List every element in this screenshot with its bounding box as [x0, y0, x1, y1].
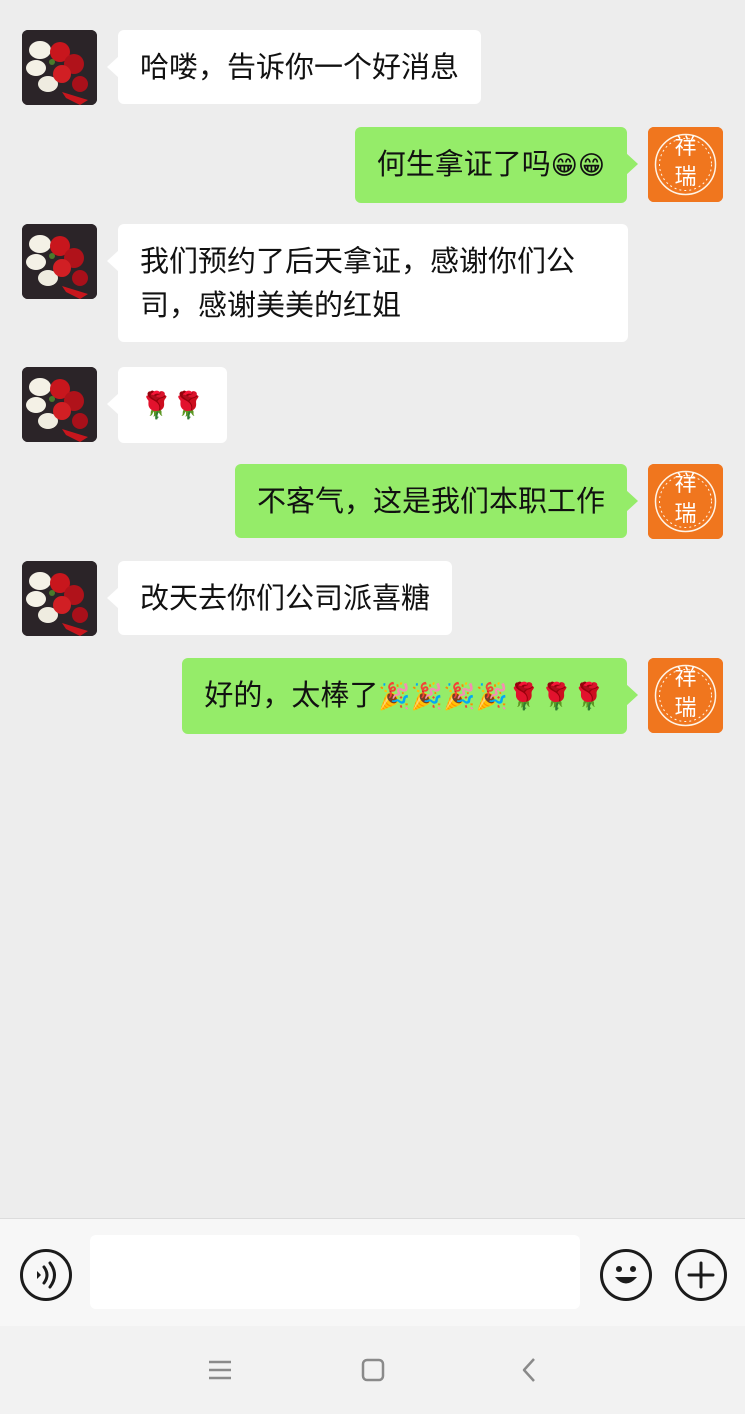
home-button[interactable] — [358, 1356, 388, 1384]
party-rose-emoji: 🎉🎉🎉🎉🌹🌹🌹 — [378, 682, 605, 712]
self-avatar[interactable]: 祥 瑞 — [648, 658, 723, 733]
message-bubble[interactable]: 何生拿证了吗😁😁 — [354, 127, 639, 203]
self-avatar[interactable]: 祥 瑞 — [648, 127, 723, 202]
contact-avatar[interactable] — [22, 224, 97, 299]
message-text: 好的，太棒了 — [204, 678, 379, 712]
message-bubble[interactable]: 🌹🌹 — [107, 367, 227, 443]
menu-button[interactable] — [205, 1356, 235, 1384]
message-input[interactable] — [90, 1235, 580, 1309]
plus-icon — [687, 1261, 715, 1289]
message-row: 我们预约了后天拿证，感谢你们公司，感谢美美的红姐 — [0, 224, 745, 345]
message-bubble[interactable]: 我们预约了后天拿证，感谢你们公司，感谢美美的红姐 — [107, 224, 628, 342]
voice-button[interactable] — [20, 1249, 72, 1301]
contact-avatar[interactable] — [22, 367, 97, 442]
voice-icon — [37, 1261, 56, 1289]
message-text: 不客气，这是我们本职工作 — [256, 484, 605, 518]
back-icon — [522, 1358, 535, 1382]
seal-char-1: 祥 — [674, 666, 697, 691]
contact-avatar[interactable] — [22, 30, 97, 105]
seal-char-2: 瑞 — [674, 165, 697, 190]
system-nav-bar — [0, 1326, 745, 1414]
seal-char-1: 祥 — [674, 472, 697, 497]
emoji-icon — [615, 1266, 637, 1284]
message-bubble[interactable]: 好的，太棒了🎉🎉🎉🎉🌹🌹🌹 — [182, 658, 638, 734]
menu-icon — [209, 1360, 231, 1380]
rose-bouquet-icon — [22, 224, 97, 299]
seal-char-2: 瑞 — [674, 502, 697, 527]
message-row: 不客气，这是我们本职工作 祥 瑞 — [0, 464, 745, 539]
message-row: 何生拿证了吗😁😁 祥 瑞 — [0, 127, 745, 203]
seal-char-1: 祥 — [674, 135, 697, 160]
message-bubble[interactable]: 改天去你们公司派喜糖 — [106, 561, 453, 635]
rose-bouquet-icon — [22, 367, 97, 442]
back-button[interactable] — [515, 1356, 545, 1384]
self-avatar[interactable]: 祥 瑞 — [648, 464, 723, 539]
seal-char-2: 瑞 — [674, 696, 697, 721]
message-bubble[interactable]: 不客气，这是我们本职工作 — [234, 464, 639, 538]
rose-bouquet-icon — [22, 30, 97, 105]
emoji-button[interactable] — [600, 1249, 652, 1301]
message-row: 🌹🌹 — [0, 367, 745, 443]
message-row: 改天去你们公司派喜糖 — [0, 561, 745, 636]
message-text: 我们预约了后天拿证，感谢你们公司，感谢美美的红姐 — [140, 244, 576, 322]
message-text: 改天去你们公司派喜糖 — [140, 581, 431, 615]
message-row: 好的，太棒了🎉🎉🎉🎉🌹🌹🌹 祥 瑞 — [0, 658, 745, 734]
message-bubble[interactable]: 哈喽，告诉你一个好消息 — [106, 30, 482, 104]
rose-bouquet-icon — [22, 561, 97, 636]
grin-emoji: 😁😁 — [550, 151, 605, 181]
message-row: 哈喽，告诉你一个好消息 — [0, 30, 745, 105]
chat-area: 哈喽，告诉你一个好消息 何生拿证了吗😁😁 祥 瑞 我们预约了后天拿证，感谢你们公… — [0, 0, 745, 1218]
input-bar — [0, 1218, 745, 1326]
message-text: 哈喽，告诉你一个好消息 — [140, 50, 460, 84]
home-icon — [361, 1358, 385, 1382]
rose-emoji: 🌹🌹 — [140, 391, 205, 421]
message-text: 何生拿证了吗 — [376, 147, 551, 181]
contact-avatar[interactable] — [22, 561, 97, 636]
more-button[interactable] — [675, 1249, 727, 1301]
